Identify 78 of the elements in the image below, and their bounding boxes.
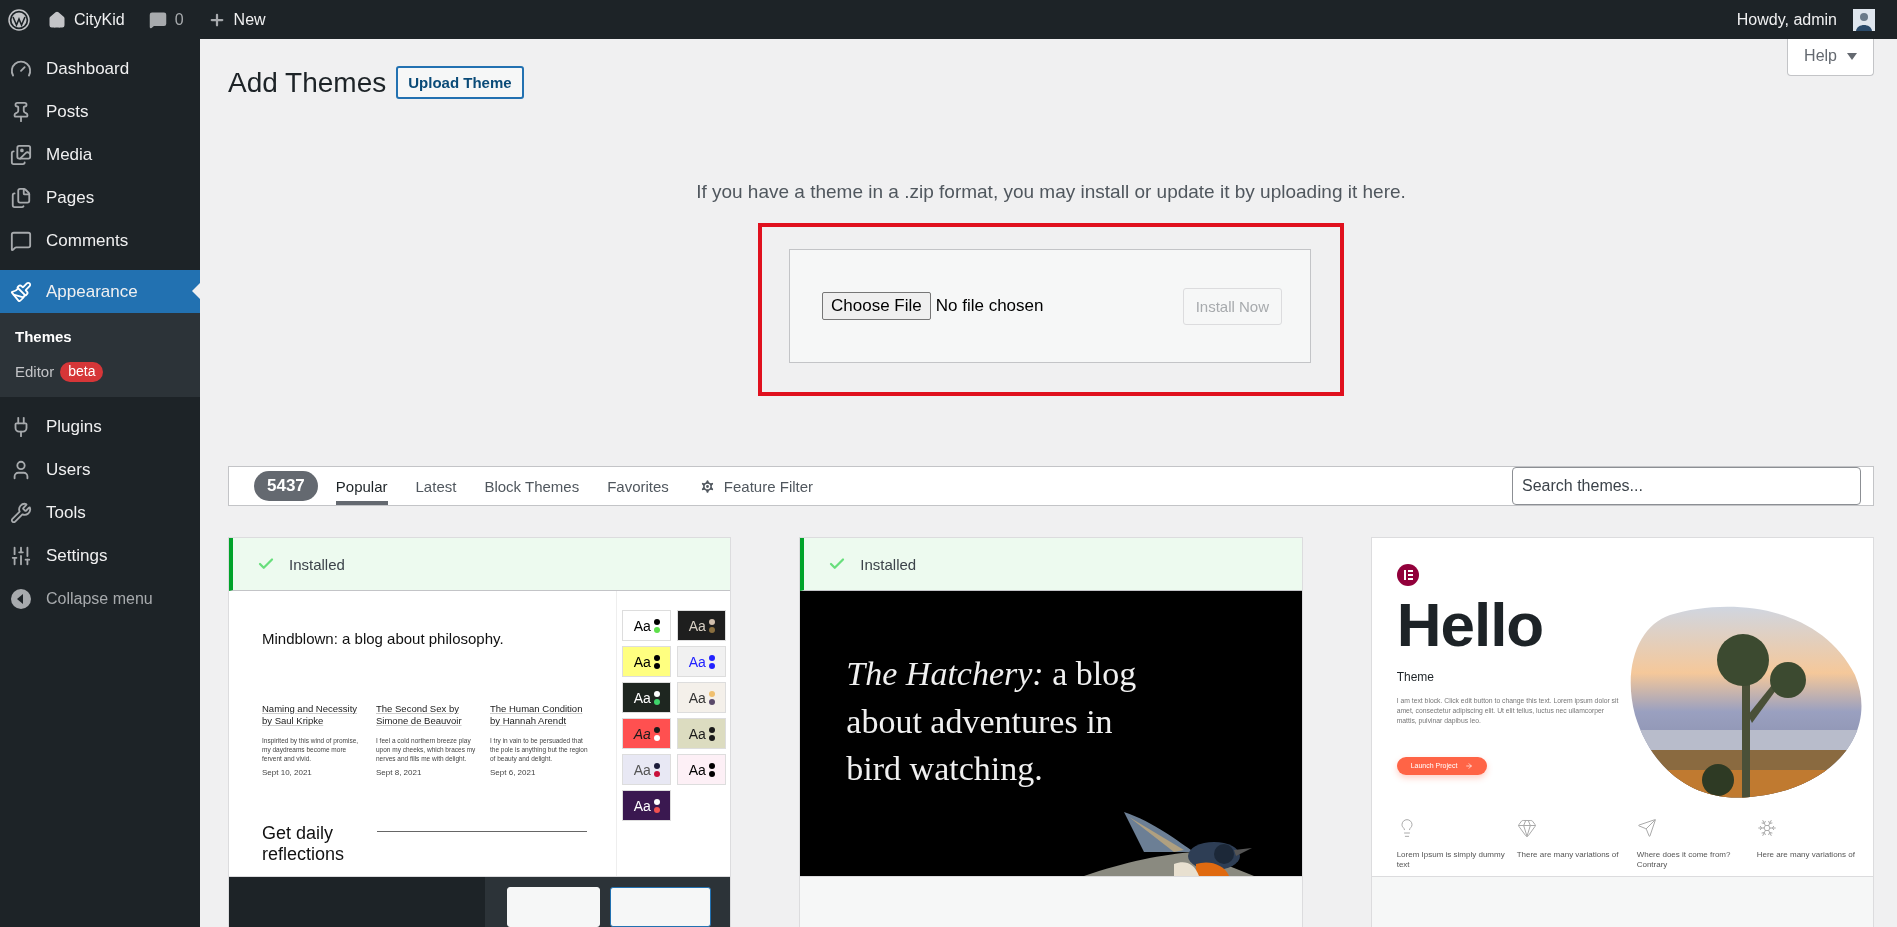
- submenu-item[interactable]: Themes: [0, 319, 200, 354]
- speech-bubble-icon: [10, 229, 32, 252]
- post-title: Naming and Necessity by Saul Kripke: [262, 703, 359, 728]
- logo-icon: [1396, 564, 1419, 586]
- post-date: Sept 8, 2021: [376, 767, 423, 777]
- gear-icon: [698, 477, 716, 495]
- upload-theme-button[interactable]: Upload Theme: [396, 66, 524, 99]
- feature-text: Where does it come from? Contrary: [1636, 850, 1732, 870]
- images-icon: [10, 143, 32, 166]
- avatar-icon: [1853, 8, 1875, 31]
- feature-text: There are many variations of: [1516, 850, 1619, 860]
- style-swatch: Aa: [622, 682, 672, 713]
- style-swatch: Aa: [622, 646, 672, 677]
- collapse-menu-button[interactable]: Collapse menu: [0, 577, 200, 620]
- installed-label: Installed: [860, 555, 917, 573]
- feature-text: Lorem Ipsum is simply dummy text: [1396, 850, 1506, 870]
- style-swatch: Aa: [677, 610, 727, 641]
- collapse-icon: [10, 587, 32, 610]
- search-field[interactable]: Search themes...: [1512, 467, 1861, 505]
- style-swatch: Aa: [677, 718, 727, 749]
- beta-badge: beta: [60, 361, 104, 382]
- menu-item[interactable]: Media: [0, 133, 200, 176]
- theme-action-button[interactable]: [610, 887, 712, 927]
- filter-tab[interactable]: Block Themes: [484, 467, 580, 505]
- paintbrush-icon: [10, 280, 32, 303]
- post-date: Sept 6, 2021: [490, 767, 537, 777]
- style-swatch: Aa: [677, 754, 727, 785]
- speech-bubble-icon: [148, 10, 167, 29]
- paper-plane-icon: [1636, 818, 1657, 838]
- feature-filter-button[interactable]: Feature Filter: [698, 467, 814, 505]
- sliders-icon: [10, 544, 32, 567]
- menu-item[interactable]: Settings: [0, 534, 200, 577]
- style-swatch: Aa: [622, 754, 672, 785]
- menu-item[interactable]: Users: [0, 448, 200, 491]
- upload-instructions: If you have a theme in a .zip format, you may install or update it by uploading it here.: [695, 181, 1407, 203]
- house-icon: [48, 10, 66, 29]
- diamond-icon: [1516, 818, 1537, 838]
- menu-item[interactable]: Dashboard: [0, 47, 200, 90]
- menu-item[interactable]: Appearance: [0, 270, 200, 313]
- hero-subtitle: Theme: [1396, 670, 1434, 684]
- post-date: Sept 10, 2021: [262, 767, 313, 777]
- installed-label: Installed: [289, 555, 345, 573]
- page-title: Add Themes: [228, 66, 387, 99]
- theme-count: 5437: [254, 471, 318, 501]
- style-swatch: Aa: [622, 718, 672, 749]
- snowflake-icon: [1756, 818, 1777, 838]
- signup-heading: Get daily reflections: [262, 822, 346, 865]
- menu-item[interactable]: Pages: [0, 176, 200, 219]
- menu-item[interactable]: Plugins: [0, 405, 200, 448]
- menu-item[interactable]: Posts: [0, 90, 200, 133]
- post-title: The Second Sex by Simone de Beauvoir: [376, 703, 463, 728]
- filter-tab[interactable]: Favorites: [607, 467, 669, 505]
- wrench-icon: [10, 501, 32, 524]
- blog-headline: Mindblown: a blog about philosophy.: [262, 630, 505, 647]
- submenu-item[interactable]: Editor beta: [0, 354, 200, 389]
- comments-link[interactable]: 0: [136, 0, 196, 39]
- menu-item[interactable]: Comments: [0, 219, 200, 262]
- arrow-icon: [1465, 761, 1474, 770]
- feature-text: Here are many variations of: [1756, 850, 1855, 860]
- help-button[interactable]: Help: [1787, 39, 1874, 76]
- account-menu[interactable]: Howdy, admin: [1724, 0, 1887, 39]
- new-link[interactable]: New: [195, 0, 278, 39]
- pages-icon: [10, 186, 32, 209]
- caret-icon: [1847, 52, 1857, 60]
- blog-headline: The Hatchery: a blog about adventures in bird watching.: [846, 654, 1138, 790]
- logo-icon[interactable]: [8, 8, 30, 31]
- choose-file-button[interactable]: Choose File: [822, 292, 931, 320]
- site-link[interactable]: CityKid: [36, 0, 137, 39]
- file-status: No file chosen: [935, 296, 1045, 316]
- hero-heading: Hello: [1396, 594, 1544, 656]
- filter-tab[interactable]: Popular: [335, 467, 388, 505]
- menu-item[interactable]: Tools: [0, 491, 200, 534]
- style-swatch: Aa: [622, 610, 672, 641]
- style-swatch: Aa: [677, 682, 727, 713]
- style-swatch: Aa: [622, 790, 672, 821]
- filter-tab[interactable]: Latest: [415, 467, 457, 505]
- post-title: The Human Condition by Hannah Arendt: [490, 703, 584, 728]
- style-swatch: Aa: [677, 646, 727, 677]
